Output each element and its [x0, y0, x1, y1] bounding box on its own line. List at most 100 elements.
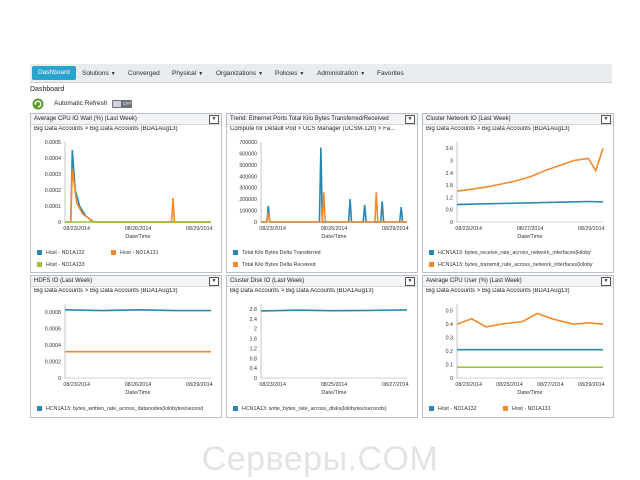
- x-tick-label: 08/26/2014: [321, 226, 348, 232]
- y-tick-label: 0.0008: [45, 310, 61, 316]
- legend-label: HCN1A13: bytes_receive_rate_across_netwo…: [438, 250, 591, 256]
- breadcrumb: Dashboard: [30, 86, 65, 93]
- y-tick-label: 0.0005: [45, 140, 61, 146]
- y-tick-label: 0: [450, 376, 453, 382]
- watermark-text: Серверы.COM: [201, 440, 439, 478]
- series-line: [456, 147, 604, 192]
- legend-label: Total Kilo Bytes Delta Transferred: [242, 250, 321, 256]
- legend-swatch: [37, 250, 42, 255]
- legend-item[interactable]: Host - ND1A131: [111, 250, 159, 256]
- nav-administration[interactable]: Administration ▼: [317, 67, 365, 80]
- x-tick-label: 08/29/2014: [578, 382, 605, 388]
- legend-item[interactable]: HCN1A13: bytes_written_rate_across_datan…: [37, 406, 203, 412]
- x-tick-label: 08/29/2014: [186, 382, 213, 388]
- x-axis-label: Date/Time: [321, 390, 346, 396]
- x-axis-label: Date/Time: [125, 390, 150, 396]
- nav-dashboard[interactable]: Dashboard: [32, 66, 76, 80]
- y-tick-label: 700000: [239, 140, 257, 146]
- panel-menu-dropdown-icon[interactable]: ▼: [601, 115, 611, 124]
- x-tick-label: 08/27/2014: [537, 382, 564, 388]
- chevron-down-icon: ▼: [258, 71, 264, 77]
- chart-panel: Average CPU User (%) (Last Week) ▼ Big Dat…: [422, 275, 614, 418]
- panel-subtitle: Compute for Default Pod > UCS Manager (U…: [230, 126, 396, 132]
- legend-label: HCN1A13: bytes_written_rate_across_datan…: [46, 406, 204, 412]
- panel-title: Average CPU IO Wait (%) (Last Week): [34, 116, 137, 122]
- legend-swatch: [429, 406, 434, 411]
- y-tick-label: 2: [254, 327, 257, 333]
- nav-converged[interactable]: Converged: [128, 67, 160, 80]
- y-tick-label: 2.4: [446, 171, 453, 177]
- chevron-down-icon: ▼: [299, 71, 305, 77]
- series-line: [261, 147, 407, 223]
- y-tick-label: 1.6: [250, 337, 257, 343]
- nav-policies[interactable]: Policies ▼: [275, 67, 304, 80]
- y-tick-label: 300000: [239, 186, 257, 192]
- chart-axes: [260, 142, 407, 223]
- auto-refresh-label: Automatic Refresh: [54, 100, 108, 107]
- legend-item[interactable]: HCN1A13: write_bytes_rate_across_disks(k…: [233, 406, 387, 412]
- legend-item[interactable]: Host - ND1A133: [37, 262, 85, 268]
- x-tick-label: 08/25/2014: [321, 382, 348, 388]
- series-line: [260, 309, 408, 312]
- chart-axes: [64, 142, 211, 223]
- legend-item[interactable]: Total Kilo Bytes Delta Transferred: [233, 250, 321, 256]
- series-line: [65, 149, 211, 223]
- nav-solutions[interactable]: Solutions ▼: [82, 67, 116, 80]
- legend-item[interactable]: HCN1A13: bytes_transmit_rate_across_netw…: [429, 262, 593, 268]
- series-line: [456, 312, 604, 328]
- panel-header: Average CPU IO Wait (%) (Last Week) ▼: [31, 114, 221, 125]
- dashboard-app: Dashboard Solutions ▼ Converged Physical ▼…: [30, 64, 614, 418]
- series-line: [456, 200, 604, 206]
- x-tick-label: 08/27/2014: [517, 226, 544, 232]
- y-tick-label: 0.0002: [45, 360, 61, 366]
- toggle-state: OFF: [123, 101, 132, 106]
- x-tick-label: 08/23/2014: [455, 226, 482, 232]
- chart-panel: Cluster Network IO (Last Week) ▼ Big Data …: [422, 113, 614, 273]
- y-tick-label: 0: [254, 220, 257, 226]
- nav-physical[interactable]: Physical ▼: [172, 67, 203, 80]
- top-nav: Dashboard Solutions ▼ Converged Physical ▼…: [30, 64, 612, 83]
- nav-favorites[interactable]: Favorites: [377, 67, 404, 80]
- y-tick-label: 0.5: [446, 309, 453, 315]
- legend-item[interactable]: Total Kilo Bytes Delta Received: [233, 262, 316, 268]
- y-tick-label: 400000: [239, 174, 257, 180]
- y-tick-label: 0.4: [446, 322, 453, 328]
- legend-swatch: [37, 262, 42, 267]
- y-tick-label: 3.6: [446, 146, 453, 152]
- refresh-icon[interactable]: [32, 98, 44, 110]
- x-tick-label: 08/26/2014: [125, 382, 152, 388]
- chart-panel: Trend: Ethernet Ports Total Kilo Bytes T…: [226, 113, 418, 273]
- x-tick-label: 08/23/2014: [259, 226, 286, 232]
- y-tick-label: 0.0004: [45, 343, 61, 349]
- x-axis-label: Date/Time: [125, 234, 150, 240]
- legend-label: HCN1A13: write_bytes_rate_across_disks(k…: [242, 406, 387, 412]
- panel-menu-dropdown-icon[interactable]: ▼: [405, 277, 415, 286]
- panel-menu-dropdown-icon[interactable]: ▼: [209, 115, 219, 124]
- panel-header: Average CPU User (%) (Last Week) ▼: [423, 276, 613, 287]
- nav-organizations[interactable]: Organizations ▼: [216, 67, 263, 80]
- series-line: [65, 169, 211, 223]
- panel-menu-dropdown-icon[interactable]: ▼: [601, 277, 611, 286]
- y-tick-label: 0: [58, 376, 61, 382]
- legend-item[interactable]: Host - ND1A131: [503, 406, 551, 412]
- legend-label: HCN1A13: bytes_transmit_rate_across_netw…: [438, 262, 593, 268]
- panel-header: Trend: Ethernet Ports Total Kilo Bytes T…: [227, 114, 417, 125]
- chart-axes: [260, 304, 407, 379]
- legend-swatch: [429, 250, 434, 255]
- x-axis-label: Date/Time: [517, 234, 542, 240]
- toggle-knob: [113, 101, 121, 107]
- chevron-down-icon: ▼: [198, 71, 204, 77]
- auto-refresh-toggle[interactable]: OFF: [112, 100, 132, 108]
- y-tick-label: 0.3: [446, 336, 453, 342]
- line-chart: 0.5 0.4 0.3 0.2 0.1 008/23/2014 08/25/2014 08/2…: [446, 304, 605, 396]
- legend-item[interactable]: Host - ND1A132: [37, 250, 85, 256]
- legend-item[interactable]: HCN1A13: bytes_receive_rate_across_netwo…: [429, 250, 591, 256]
- panel-menu-dropdown-icon[interactable]: ▼: [405, 115, 415, 124]
- panel-menu-dropdown-icon[interactable]: ▼: [209, 277, 219, 286]
- legend-label: Host - ND1A131: [120, 250, 159, 256]
- legend-item[interactable]: Host - ND1A132: [429, 406, 477, 412]
- x-tick-label: 08/25/2014: [496, 382, 523, 388]
- x-tick-label: 08/29/2014: [382, 226, 409, 232]
- panel-title: Trend: Ethernet Ports Total Kilo Bytes T…: [230, 116, 389, 122]
- legend-label: Host - ND1A131: [512, 406, 551, 412]
